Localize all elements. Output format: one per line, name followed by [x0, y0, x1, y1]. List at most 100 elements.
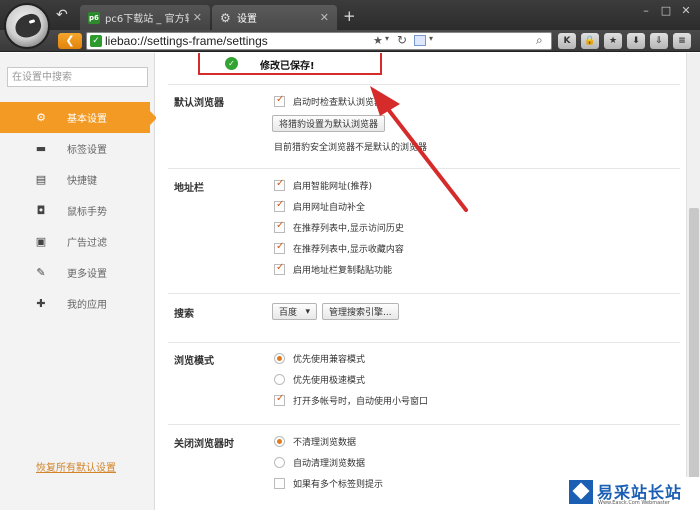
section-label-address-bar: 地址栏 [174, 183, 204, 194]
puzzle-icon: ✚ [36, 297, 46, 310]
title-bar: ↶ p6 pc6下载站 _ 官方软... ✕ ⚙ 设置 ✕ + – □ ✕ [0, 0, 700, 30]
section-label-default-browser: 默认浏览器 [174, 98, 224, 109]
settings-sidebar: ⚙ 基本设置 ▬ 标签设置 ▤ 快捷键 ◘ 鼠标手势 ▣ 广告过滤 ✎ 更多设置… [0, 53, 157, 510]
gear-icon: ⚙ [36, 111, 46, 124]
search-engine-icon[interactable] [414, 35, 426, 46]
url-text[interactable]: liebao://settings-frame/settings [105, 34, 268, 48]
sidebar-item-mouse-gestures[interactable]: ◘ 鼠标手势 [0, 195, 155, 226]
refresh-icon[interactable]: ↻ [397, 33, 407, 47]
new-tab-button[interactable]: + [343, 7, 356, 25]
tab-close-icon[interactable]: ✕ [320, 11, 329, 24]
address-bar-option[interactable]: 在推荐列表中,显示收藏内容 [274, 241, 404, 255]
search-engine-select[interactable]: 百度 ▾ [272, 303, 317, 320]
chevron-down-icon: ▾ [305, 306, 310, 317]
download-icon[interactable]: ⬇ [627, 33, 645, 49]
save-icon[interactable]: ⇩ [650, 33, 668, 49]
option-label: 打开多帐号时，自动使用小号窗口 [293, 397, 429, 407]
checkbox[interactable] [274, 178, 285, 191]
checkbox[interactable] [274, 393, 285, 406]
settings-search-input[interactable] [7, 67, 148, 87]
back-button[interactable]: ❮ [58, 33, 82, 49]
favorites-icon[interactable]: ★ [604, 33, 622, 49]
tab-settings[interactable]: ⚙ 设置 ✕ [212, 5, 337, 30]
sidebar-item-label: 鼠标手势 [67, 207, 107, 218]
sidebar-item-ad-filter[interactable]: ▣ 广告过滤 [0, 226, 155, 257]
search-icon[interactable]: ⌕ [536, 33, 543, 48]
maximize-button[interactable]: □ [656, 3, 676, 19]
option-label: 启用网址自动补全 [293, 203, 366, 213]
sidebar-item-basic[interactable]: ⚙ 基本设置 [0, 102, 157, 133]
browse-mode-option[interactable]: 打开多帐号时，自动使用小号窗口 [274, 393, 429, 407]
browse-mode-option[interactable]: 优先使用兼容模式 [274, 352, 365, 365]
tab-title: pc6下载站 _ 官方软... [105, 14, 189, 25]
address-bar-option[interactable]: 在推荐列表中,显示访问历史 [274, 220, 404, 234]
menu-icon[interactable]: ≡ [673, 33, 691, 49]
checkbox[interactable] [274, 262, 285, 275]
sidebar-item-my-apps[interactable]: ✚ 我的应用 [0, 288, 155, 319]
minimize-button[interactable]: – [636, 3, 656, 19]
close-window-button[interactable]: ✕ [676, 3, 696, 19]
set-default-browser-button[interactable]: 将猎豹设置为默认浏览器 [272, 115, 386, 132]
close-browser-option[interactable]: 如果有多个标签则提示 [274, 477, 383, 490]
section-divider [168, 424, 680, 425]
wrench-icon: ✎ [36, 266, 46, 279]
selected-engine: 百度 [279, 308, 298, 318]
option-label: 启用地址栏复制黏贴功能 [293, 266, 393, 276]
option-label: 启用智能网址(推荐) [293, 182, 373, 192]
check-default-browser-option[interactable]: 启动时检查默认浏览器 [274, 94, 383, 108]
address-bar-option[interactable]: 启用智能网址(推荐) [274, 178, 373, 192]
restore-defaults-link[interactable]: 恢复所有默认设置 [36, 459, 116, 474]
pc6-favicon-icon: p6 [88, 11, 100, 24]
option-label: 自动清理浏览数据 [293, 459, 366, 469]
option-label: 在推荐列表中,显示收藏内容 [293, 245, 404, 255]
laptop-icon: ▬ [35, 142, 47, 155]
window-controls: – □ ✕ [636, 3, 696, 19]
chevron-down-icon[interactable]: ▾ [385, 34, 389, 43]
radio-button[interactable] [274, 374, 285, 385]
radio-button[interactable] [274, 457, 285, 468]
sidebar-item-label: 广告过滤 [67, 238, 107, 249]
sidebar-item-more-settings[interactable]: ✎ 更多设置 [0, 257, 155, 288]
option-label: 如果有多个标签则提示 [293, 480, 384, 490]
section-divider [168, 84, 680, 85]
section-divider [168, 168, 680, 169]
k-account-icon[interactable]: K [558, 33, 576, 49]
checkbox[interactable] [274, 220, 285, 233]
cheetah-logo-icon[interactable] [4, 3, 50, 49]
option-label: 不清理浏览数据 [293, 438, 357, 448]
close-browser-option[interactable]: 不清理浏览数据 [274, 435, 356, 448]
checkbox[interactable] [274, 94, 285, 107]
radio-button[interactable] [274, 353, 285, 364]
sidebar-item-tabs[interactable]: ▬ 标签设置 [0, 133, 155, 164]
section-divider [168, 293, 680, 294]
tab-pc6[interactable]: p6 pc6下载站 _ 官方软... ✕ [80, 5, 210, 30]
watermark: 易采站长站 Www.Easck.Com Webmaster [566, 477, 700, 510]
checkbox[interactable] [274, 478, 285, 489]
manage-search-engines-button[interactable]: 管理搜索引擎... [322, 303, 399, 320]
chevron-down-icon[interactable]: ▾ [429, 34, 433, 43]
scrollbar[interactable] [686, 53, 700, 510]
sidebar-item-label: 更多设置 [67, 269, 107, 280]
mouse-icon: ◘ [36, 204, 46, 217]
watermark-logo-icon [569, 480, 593, 504]
lock-icon[interactable]: 🔒 [581, 33, 599, 49]
option-label: 优先使用兼容模式 [293, 355, 366, 365]
radio-button[interactable] [274, 436, 285, 447]
navigation-bar: ❮ ✓ liebao://settings-frame/settings ★ ▾… [0, 30, 700, 52]
close-browser-option[interactable]: 自动清理浏览数据 [274, 456, 365, 469]
scrollbar-thumb[interactable] [689, 208, 699, 498]
address-bar-option[interactable]: 启用网址自动补全 [274, 199, 366, 213]
checkbox[interactable] [274, 199, 285, 212]
sidebar-item-shortcuts[interactable]: ▤ 快捷键 [0, 164, 155, 195]
settings-main: ✓ 修改已保存! 默认浏览器 启动时检查默认浏览器 将猎豹设置为默认浏览器 目前… [156, 53, 686, 510]
tab-close-icon[interactable]: ✕ [193, 11, 202, 24]
address-bar-option[interactable]: 启用地址栏复制黏贴功能 [274, 262, 393, 276]
sidebar-item-label: 快捷键 [67, 176, 97, 187]
tab-back-arrow-icon[interactable]: ↶ [56, 7, 68, 23]
star-icon[interactable]: ★ [373, 34, 383, 47]
browse-mode-option[interactable]: 优先使用极速模式 [274, 373, 365, 386]
gear-icon: ⚙ [220, 10, 231, 25]
checkbox[interactable] [274, 241, 285, 254]
option-label: 优先使用极速模式 [293, 376, 366, 386]
address-bar[interactable]: ✓ liebao://settings-frame/settings ★ ▾ ↻… [86, 32, 552, 50]
